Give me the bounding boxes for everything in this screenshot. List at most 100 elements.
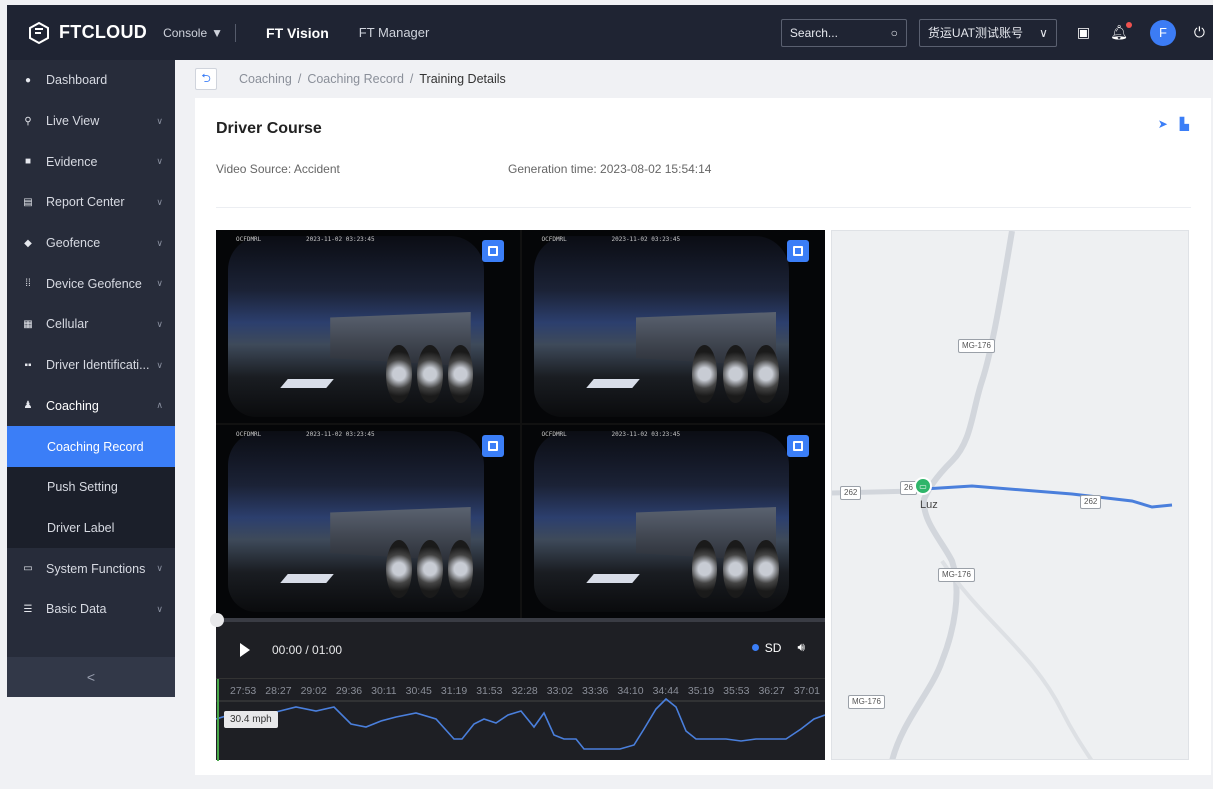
avatar[interactable]: F xyxy=(1149,19,1176,46)
page-title: Driver Course xyxy=(216,120,322,137)
sidebar-item-geofence[interactable]: ◆ Geofence ∨ xyxy=(7,223,175,264)
search-input[interactable]: Search... ○ xyxy=(780,18,907,47)
sidebar-subitem-coaching-record[interactable]: Coaching Record xyxy=(7,426,175,467)
account-select[interactable]: 货运UAT测试账号 ∨ xyxy=(918,18,1057,47)
chevron-down-icon: ∨ xyxy=(1039,25,1048,40)
sidebar-item-label: Geofence xyxy=(46,236,101,251)
tab-ft-manager[interactable]: FT Manager xyxy=(359,25,430,40)
route-map[interactable]: MG-176 262 26 MG-176 MG-176 262 Luz ▭ xyxy=(831,230,1189,760)
camera-id: OCFDMRL xyxy=(541,431,567,438)
divider xyxy=(235,23,237,42)
wheel-image xyxy=(722,539,749,598)
road-label: MG-176 xyxy=(958,339,995,353)
camera-view-4[interactable]: OCFDMRL 2023-11-02 03:23:45 xyxy=(521,425,825,618)
speed-line xyxy=(216,697,825,750)
sidebar-item-system-functions[interactable]: ▭ System Functions ∨ xyxy=(7,548,175,589)
send-icon[interactable]: ➤ xyxy=(1158,117,1168,131)
playback-time: 00:00 / 01:00 xyxy=(272,643,343,657)
map-canvas xyxy=(832,231,1173,759)
device-geofence-icon: ⁞⁞ xyxy=(25,278,31,290)
camera-timestamp: 2023-11-02 03:23:45 xyxy=(611,236,681,243)
document-icon[interactable]: ▙ xyxy=(1180,117,1189,131)
sidebar-item-coaching[interactable]: ♟ Coaching ∧ xyxy=(7,386,175,427)
timeline-cursor[interactable] xyxy=(217,679,219,761)
sidebar-item-device-geofence[interactable]: ⁞⁞ Device Geofence ∨ xyxy=(7,263,175,304)
sidebar-item-evidence[interactable]: ■ Evidence ∨ xyxy=(7,141,175,182)
sidebar-item-label: Cellular xyxy=(46,317,89,332)
live-view-icon: ⚲ xyxy=(24,115,32,127)
video-player[interactable]: OCFDMRL 2023-11-02 03:23:45 OCFDMRL 2023… xyxy=(210,230,825,761)
volume-icon[interactable]: 🔊︎ xyxy=(797,640,805,655)
wheel-image xyxy=(447,344,474,403)
camera-frame xyxy=(228,431,484,612)
breadcrumb-trail: Coaching / Coaching Record / Training Detail… xyxy=(239,72,506,86)
camera-view-1[interactable]: OCFDMRL 2023-11-02 03:23:45 xyxy=(216,230,520,423)
fullscreen-button[interactable] xyxy=(481,240,504,262)
fullscreen-icon xyxy=(487,246,498,256)
breadcrumb-training-details: Training Details xyxy=(419,72,506,86)
sidebar-item-label: Evidence xyxy=(46,154,98,169)
sidebar-subitem-push-setting[interactable]: Push Setting xyxy=(7,466,175,508)
tab-ft-vision[interactable]: FT Vision xyxy=(266,25,329,41)
bell-icon[interactable]: 🔔︎ xyxy=(1110,22,1132,41)
sidebar-subitem-driver-label[interactable]: Driver Label xyxy=(7,507,175,549)
console-dropdown[interactable]: Console ▼ xyxy=(163,26,223,40)
sidebar-item-label: Live View xyxy=(46,114,100,129)
fullscreen-button[interactable] xyxy=(787,435,809,457)
dashboard-icon: ● xyxy=(24,74,32,86)
basic-data-icon: ☰ xyxy=(23,603,33,615)
breadcrumb-separator: / xyxy=(297,72,302,86)
sidebar-collapse-button[interactable]: < xyxy=(7,657,175,697)
wheel-image xyxy=(722,344,749,403)
generation-time: Generation time: 2023-08-02 15:54:14 xyxy=(508,162,712,176)
chevron-down-icon: ∨ xyxy=(156,278,163,289)
fullscreen-icon xyxy=(487,441,498,451)
brand-logo[interactable]: FTCLOUD xyxy=(27,21,147,45)
wheel-image xyxy=(753,539,779,598)
sidebar-item-label: Coaching xyxy=(46,398,99,413)
wheel-image xyxy=(386,539,412,598)
road-marking xyxy=(585,379,640,389)
fullscreen-button[interactable] xyxy=(481,435,504,457)
bottom-spacer xyxy=(7,697,195,789)
chevron-down-icon: ∨ xyxy=(156,359,163,370)
driver-id-icon: ▪▪ xyxy=(24,359,32,371)
quality-toggle[interactable]: SD xyxy=(765,641,782,655)
vehicle-location-icon[interactable]: ▭ xyxy=(914,477,932,495)
sidebar-item-basic-data[interactable]: ☰ Basic Data ∨ xyxy=(7,589,175,630)
speed-timeline[interactable]: 27:53 28:27 29:02 29:36 30:11 30:45 31:1… xyxy=(216,678,825,761)
town-label: Luz xyxy=(920,499,938,511)
sidebar-item-live-view[interactable]: ⚲ Live View ∨ xyxy=(7,101,175,142)
coaching-icon: ♟ xyxy=(23,400,33,412)
fullscreen-icon xyxy=(793,246,803,256)
search-icon[interactable]: ○ xyxy=(891,26,898,40)
search-placeholder: Search... xyxy=(789,25,838,40)
evidence-icon: ■ xyxy=(24,156,32,168)
sidebar-item-label: Device Geofence xyxy=(46,276,142,291)
cellular-icon: ▦ xyxy=(23,318,33,330)
camera-timestamp: 2023-11-02 03:23:45 xyxy=(611,431,681,438)
breadcrumb-coaching-record[interactable]: Coaching Record xyxy=(307,72,404,86)
sidebar-item-driver-identification[interactable]: ▪▪ Driver Identificati... ∨ xyxy=(7,345,175,386)
wheel-image xyxy=(691,539,718,598)
camera-timestamp: 2023-11-02 03:23:45 xyxy=(306,431,375,438)
breadcrumb-coaching[interactable]: Coaching xyxy=(239,72,292,86)
sidebar-item-cellular[interactable]: ▦ Cellular ∨ xyxy=(7,304,175,345)
back-button[interactable]: ⮌ xyxy=(195,68,217,90)
fullscreen-button[interactable] xyxy=(787,240,809,262)
chevron-down-icon: ∨ xyxy=(156,563,163,574)
sidebar-item-label: Basic Data xyxy=(46,602,107,617)
player-controls: 00:00 / 01:00 SD 🔊︎ xyxy=(216,622,825,678)
road-label: 262 xyxy=(1080,495,1102,509)
wheel-image xyxy=(447,539,474,598)
chevron-down-icon: ∨ xyxy=(156,156,163,167)
sidebar-item-dashboard[interactable]: ● Dashboard xyxy=(7,60,175,101)
sidebar-item-label: Driver Identificati... xyxy=(46,358,150,373)
download-icon[interactable]: ▣ xyxy=(1077,24,1090,41)
play-icon[interactable] xyxy=(240,643,250,657)
camera-view-2[interactable]: OCFDMRL 2023-11-02 03:23:45 xyxy=(521,230,825,423)
camera-view-3[interactable]: OCFDMRL 2023-11-02 03:23:45 xyxy=(216,425,520,618)
sidebar-item-report-center[interactable]: ▤ Report Center ∨ xyxy=(7,182,175,223)
chevron-down-icon: ∨ xyxy=(156,237,163,248)
power-icon[interactable]: ⏻ xyxy=(1194,24,1205,41)
